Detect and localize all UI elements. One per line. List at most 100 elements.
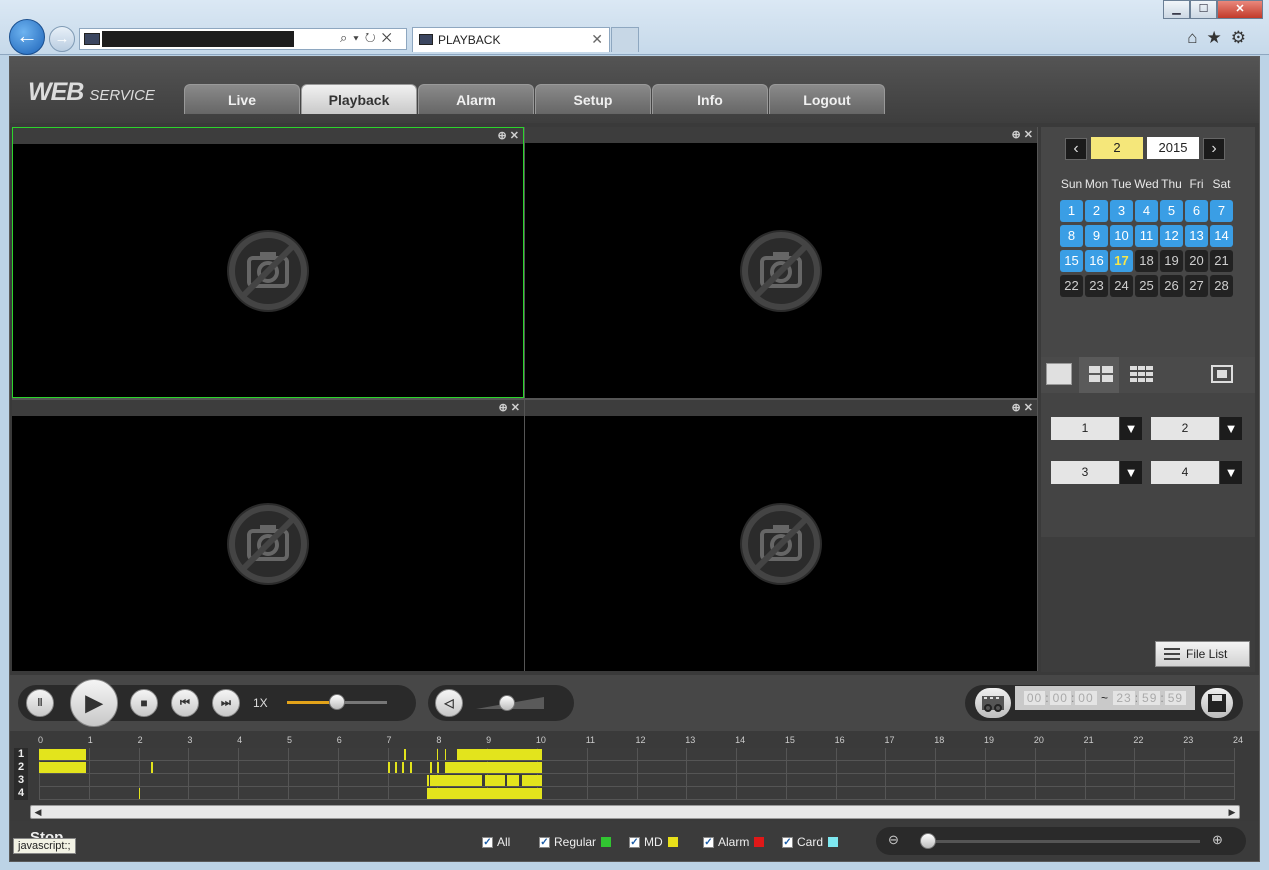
calendar-day-1[interactable]: 1 bbox=[1060, 200, 1083, 222]
favorites-star-icon[interactable]: ★ bbox=[1207, 28, 1231, 47]
minimize-button[interactable]: ▁ bbox=[1163, 0, 1190, 19]
timeline-row[interactable] bbox=[39, 748, 1234, 761]
close-icon[interactable]: ✕ bbox=[1024, 129, 1033, 141]
close-window-button[interactable]: ✕ bbox=[1217, 0, 1263, 19]
calendar-day-19[interactable]: 19 bbox=[1160, 250, 1183, 272]
video-window-3[interactable]: ⊕ ✕ bbox=[12, 400, 524, 671]
stop-button[interactable]: ■ bbox=[130, 689, 158, 717]
pause-button[interactable]: ‖ bbox=[26, 689, 54, 717]
timeline-row[interactable] bbox=[39, 761, 1234, 774]
calendar-day-25[interactable]: 25 bbox=[1135, 275, 1158, 297]
calendar-year[interactable]: 2015 bbox=[1147, 137, 1199, 159]
calendar-month[interactable]: 2 bbox=[1091, 137, 1143, 159]
timeline-row[interactable] bbox=[39, 774, 1234, 787]
layout-4-window-button[interactable] bbox=[1087, 363, 1115, 385]
fullscreen-button[interactable] bbox=[1209, 363, 1235, 385]
calendar-day-14[interactable]: 14 bbox=[1210, 225, 1233, 247]
checkbox-checked-icon[interactable]: ✓ bbox=[703, 836, 714, 848]
recording-timeline[interactable]: 0 1 2 3 4 5 6 7 8 9 10 11 12 13 14 15 16 17 18 19 20 21 22 23 24… bbox=[10, 731, 1259, 803]
close-icon[interactable]: ✕ bbox=[511, 402, 520, 414]
zoom-slider-track[interactable] bbox=[920, 840, 1200, 843]
channel-select-2[interactable]: 2 ▼ bbox=[1151, 417, 1242, 440]
layout-1-window-button[interactable] bbox=[1046, 363, 1072, 385]
calendar-day-3[interactable]: 3 bbox=[1110, 200, 1133, 222]
address-actions[interactable]: ⌕▾↻✕ bbox=[340, 30, 398, 46]
back-button[interactable]: ← bbox=[9, 19, 45, 55]
filter-all[interactable]: ✓ All bbox=[482, 835, 510, 849]
filter-alarm[interactable]: ✓ Alarm bbox=[703, 835, 765, 849]
calendar-day-22[interactable]: 22 bbox=[1060, 275, 1083, 297]
zoom-out-icon[interactable]: ⊖ bbox=[888, 832, 899, 848]
checkbox-checked-icon[interactable]: ✓ bbox=[539, 836, 550, 848]
calendar-day-4[interactable]: 4 bbox=[1135, 200, 1158, 222]
calendar-day-20[interactable]: 20 bbox=[1185, 250, 1208, 272]
end-second[interactable]: 59 bbox=[1164, 691, 1187, 705]
calendar-day-5[interactable]: 5 bbox=[1160, 200, 1183, 222]
new-tab-button[interactable] bbox=[611, 27, 639, 52]
file-list-button[interactable]: File List bbox=[1155, 641, 1250, 667]
tab-logout[interactable]: Logout bbox=[769, 84, 885, 114]
filter-md[interactable]: ✓ MD bbox=[629, 835, 678, 849]
timeline-rows[interactable] bbox=[39, 748, 1235, 800]
settings-gear-icon[interactable]: ⚙ bbox=[1231, 28, 1255, 47]
calendar-day-17[interactable]: 17 bbox=[1110, 250, 1133, 272]
volume-slider-handle[interactable] bbox=[498, 695, 515, 711]
channel-select-4[interactable]: 4 ▼ bbox=[1151, 461, 1242, 484]
checkbox-checked-icon[interactable]: ✓ bbox=[482, 836, 493, 848]
channel-select-1[interactable]: 1 ▼ bbox=[1051, 417, 1142, 440]
tab-playback[interactable]: Playback bbox=[301, 84, 417, 114]
mute-speaker-button[interactable]: ◁ bbox=[435, 689, 463, 717]
prev-month-button[interactable]: ‹ bbox=[1065, 138, 1087, 160]
tab-info[interactable]: Info bbox=[652, 84, 768, 114]
scroll-right-icon[interactable]: ▶ bbox=[1225, 806, 1239, 818]
start-hour[interactable]: 00 bbox=[1023, 691, 1046, 705]
tab-setup[interactable]: Setup bbox=[535, 84, 651, 114]
end-hour[interactable]: 23 bbox=[1113, 691, 1135, 705]
calendar-day-10[interactable]: 10 bbox=[1110, 225, 1133, 247]
zoom-slider-handle[interactable] bbox=[920, 833, 936, 849]
calendar-day-7[interactable]: 7 bbox=[1210, 200, 1233, 222]
next-month-button[interactable]: › bbox=[1203, 138, 1225, 160]
next-frame-button[interactable]: ⏭ bbox=[212, 689, 240, 717]
calendar-day-8[interactable]: 8 bbox=[1060, 225, 1083, 247]
dropdown-arrow-icon[interactable]: ▼ bbox=[1220, 417, 1242, 440]
forward-button[interactable]: → bbox=[49, 26, 75, 52]
time-range-input[interactable]: 00:00:00 ~ 23:59:59 bbox=[1015, 686, 1195, 710]
calendar-day-15[interactable]: 15 bbox=[1060, 250, 1083, 272]
calendar-day-16[interactable]: 16 bbox=[1085, 250, 1108, 272]
zoom-in-icon[interactable]: ⊕ bbox=[1212, 832, 1223, 848]
calendar-day-2[interactable]: 2 bbox=[1085, 200, 1108, 222]
calendar-day-13[interactable]: 13 bbox=[1185, 225, 1208, 247]
layout-9-window-button[interactable] bbox=[1129, 363, 1155, 385]
video-window-4[interactable]: ⊕ ✕ bbox=[525, 400, 1037, 671]
close-icon[interactable]: ✕ bbox=[510, 130, 519, 142]
video-window-2[interactable]: ⊕ ✕ bbox=[525, 127, 1037, 398]
calendar-day-6[interactable]: 6 bbox=[1185, 200, 1208, 222]
filter-card[interactable]: ✓ Card bbox=[782, 835, 839, 849]
channel-select-3[interactable]: 3 ▼ bbox=[1051, 461, 1142, 484]
filter-regular[interactable]: ✓ Regular bbox=[539, 835, 612, 849]
prev-frame-button[interactable]: ⏮ bbox=[171, 689, 199, 717]
calendar-day-9[interactable]: 9 bbox=[1085, 225, 1108, 247]
checkbox-checked-icon[interactable]: ✓ bbox=[629, 836, 640, 848]
start-minute[interactable]: 00 bbox=[1049, 691, 1071, 705]
clip-scissors-button[interactable] bbox=[975, 688, 1011, 718]
play-button[interactable]: ▶ bbox=[70, 679, 118, 727]
calendar-day-28[interactable]: 28 bbox=[1210, 275, 1233, 297]
dropdown-arrow-icon[interactable]: ▼ bbox=[1120, 461, 1142, 484]
calendar-day-24[interactable]: 24 bbox=[1110, 275, 1133, 297]
end-minute[interactable]: 59 bbox=[1139, 691, 1161, 705]
zoom-in-icon[interactable]: ⊕ bbox=[498, 130, 507, 142]
browser-tab[interactable]: PLAYBACK ✕ bbox=[412, 27, 610, 52]
zoom-in-icon[interactable]: ⊕ bbox=[1012, 402, 1021, 414]
tab-live[interactable]: Live bbox=[184, 84, 300, 114]
timeline-row[interactable] bbox=[39, 787, 1234, 800]
calendar-day-18[interactable]: 18 bbox=[1135, 250, 1158, 272]
calendar-day-27[interactable]: 27 bbox=[1185, 275, 1208, 297]
speed-slider-handle[interactable] bbox=[329, 694, 345, 710]
save-clip-button[interactable] bbox=[1201, 688, 1233, 718]
scroll-left-icon[interactable]: ◀ bbox=[31, 806, 45, 818]
tab-alarm[interactable]: Alarm bbox=[418, 84, 534, 114]
close-icon[interactable]: ✕ bbox=[1024, 402, 1033, 414]
timeline-scrollbar[interactable]: ◀ ▶ bbox=[30, 805, 1240, 819]
